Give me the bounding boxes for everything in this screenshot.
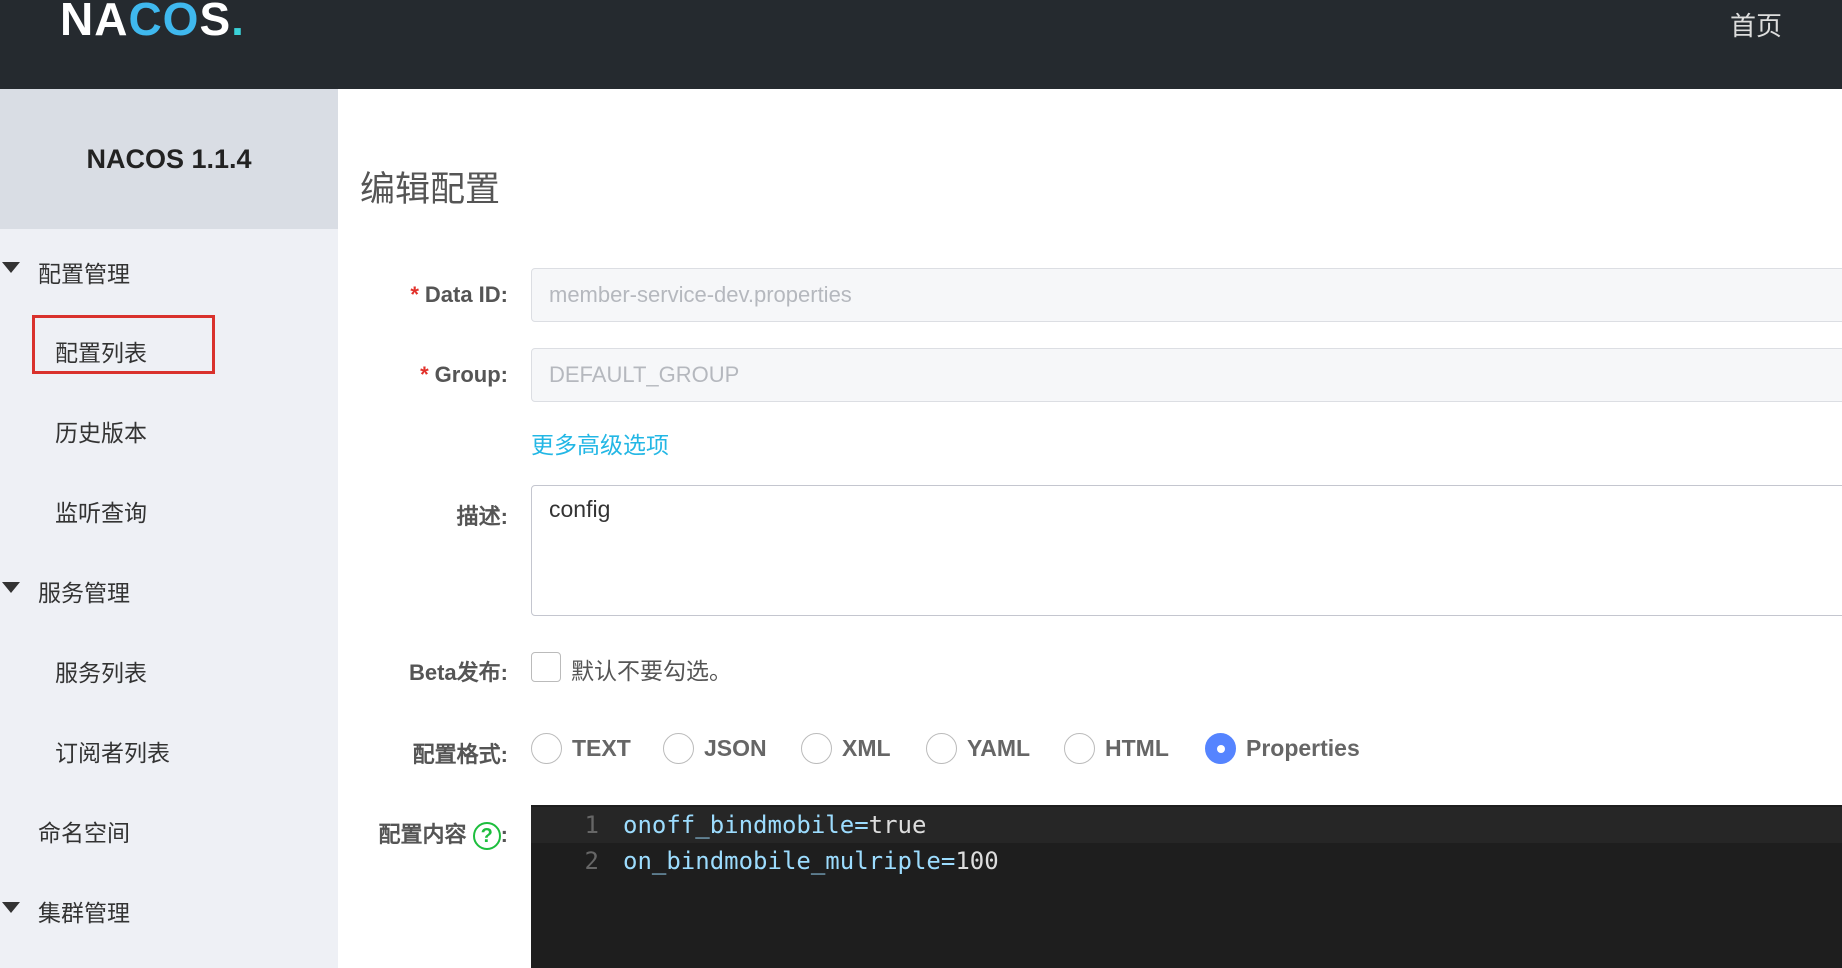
radio-html[interactable]: HTML <box>1064 733 1169 764</box>
sidebar-group-config[interactable]: 配置管理 <box>38 255 130 289</box>
data-id-input[interactable]: member-service-dev.properties <box>531 268 1842 322</box>
beta-hint: 默认不要勾选。 <box>571 658 732 684</box>
sidebar-group-cluster[interactable]: 集群管理 <box>38 894 130 928</box>
desc-label: 描述: <box>456 504 508 529</box>
code-line: 2 on_bindmobile_mulriple=100 <box>584 847 999 875</box>
version-title: NACOS 1.1.4 <box>0 89 338 229</box>
sidebar: NACOS 1.1.4 配置管理 配置列表 历史版本 监听查询 服务管理 服务列… <box>0 89 338 968</box>
radio-text[interactable]: TEXT <box>531 733 631 764</box>
group-input[interactable]: DEFAULT_GROUP <box>531 348 1842 402</box>
code-line: 1 onoff_bindmobile=true <box>531 807 1842 843</box>
group-label: * Group: <box>420 362 508 387</box>
collapse-icon[interactable] <box>2 902 20 913</box>
format-label: 配置格式: <box>412 742 508 767</box>
nacos-logo[interactable]: NACOS. <box>60 0 245 46</box>
sidebar-group-service[interactable]: 服务管理 <box>38 574 130 608</box>
content-label: 配置内容 ?: <box>379 817 508 851</box>
sidebar-item-namespace[interactable]: 命名空间 <box>38 814 130 848</box>
sidebar-item-history[interactable]: 历史版本 <box>55 414 147 448</box>
sidebar-item-config-list[interactable]: 配置列表 <box>55 334 147 368</box>
advanced-options-link[interactable]: 更多高级选项 <box>531 426 669 460</box>
data-id-label: * Data ID: <box>410 282 508 307</box>
page-title: 编辑配置 <box>360 170 501 209</box>
sidebar-item-subscribers[interactable]: 订阅者列表 <box>55 734 170 768</box>
beta-label: Beta发布: <box>408 660 508 685</box>
sidebar-item-service-list[interactable]: 服务列表 <box>55 654 147 688</box>
edit-config-form: 编辑配置 * Data ID: member-service-dev.proper… <box>338 89 1842 968</box>
collapse-icon[interactable] <box>2 262 20 273</box>
home-link[interactable]: 首页 <box>1730 6 1782 43</box>
radio-yaml[interactable]: YAML <box>926 733 1030 764</box>
radio-properties[interactable]: Properties <box>1205 733 1360 764</box>
collapse-icon[interactable] <box>2 582 20 593</box>
desc-textarea[interactable]: config <box>531 485 1842 616</box>
radio-json[interactable]: JSON <box>663 733 767 764</box>
code-editor[interactable]: 1 onoff_bindmobile=true 2 on_bindmobile_… <box>531 805 1842 968</box>
help-icon[interactable]: ? <box>472 822 501 851</box>
sidebar-item-listener[interactable]: 监听查询 <box>55 494 147 528</box>
beta-checkbox[interactable] <box>531 652 561 682</box>
radio-xml[interactable]: XML <box>801 733 891 764</box>
top-navbar: NACOS. 首页 <box>0 0 1842 89</box>
